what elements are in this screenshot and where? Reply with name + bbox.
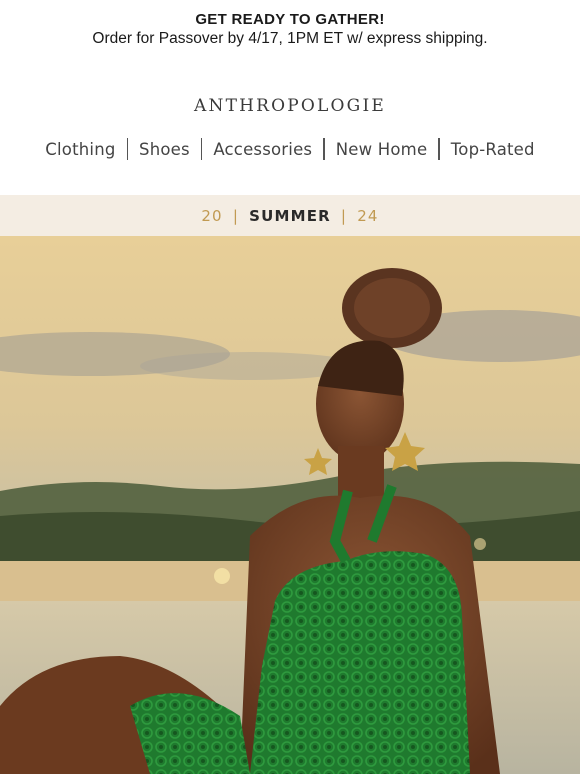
- hero-photo: [0, 236, 580, 774]
- nav-item-new-home[interactable]: New Home: [325, 140, 439, 159]
- nav-item-shoes[interactable]: Shoes: [128, 140, 201, 159]
- season-label: SUMMER: [249, 206, 331, 225]
- logo-text: ANTHROPOLOGIE: [194, 96, 386, 116]
- nav-item-top-rated[interactable]: Top-Rated: [440, 140, 546, 159]
- promo-subtitle: Order for Passover by 4/17, 1PM ET w/ ex…: [92, 30, 488, 47]
- season-divider: |: [232, 206, 240, 225]
- season-divider: |: [340, 206, 348, 225]
- season-band[interactable]: 20 | SUMMER | 24: [0, 195, 580, 236]
- season-year-left: 20: [201, 206, 223, 225]
- promo-title: GET READY TO GATHER!: [195, 11, 385, 28]
- hero-image[interactable]: [0, 236, 580, 774]
- promo-banner[interactable]: GET READY TO GATHER! Order for Passover …: [0, 0, 580, 58]
- brand-logo[interactable]: ANTHROPOLOGIE: [0, 96, 580, 116]
- season-year-right: 24: [357, 206, 379, 225]
- nav-item-accessories[interactable]: Accessories: [202, 140, 323, 159]
- category-nav: Clothing Shoes Accessories New Home Top-…: [0, 136, 580, 162]
- nav-item-clothing[interactable]: Clothing: [34, 140, 126, 159]
